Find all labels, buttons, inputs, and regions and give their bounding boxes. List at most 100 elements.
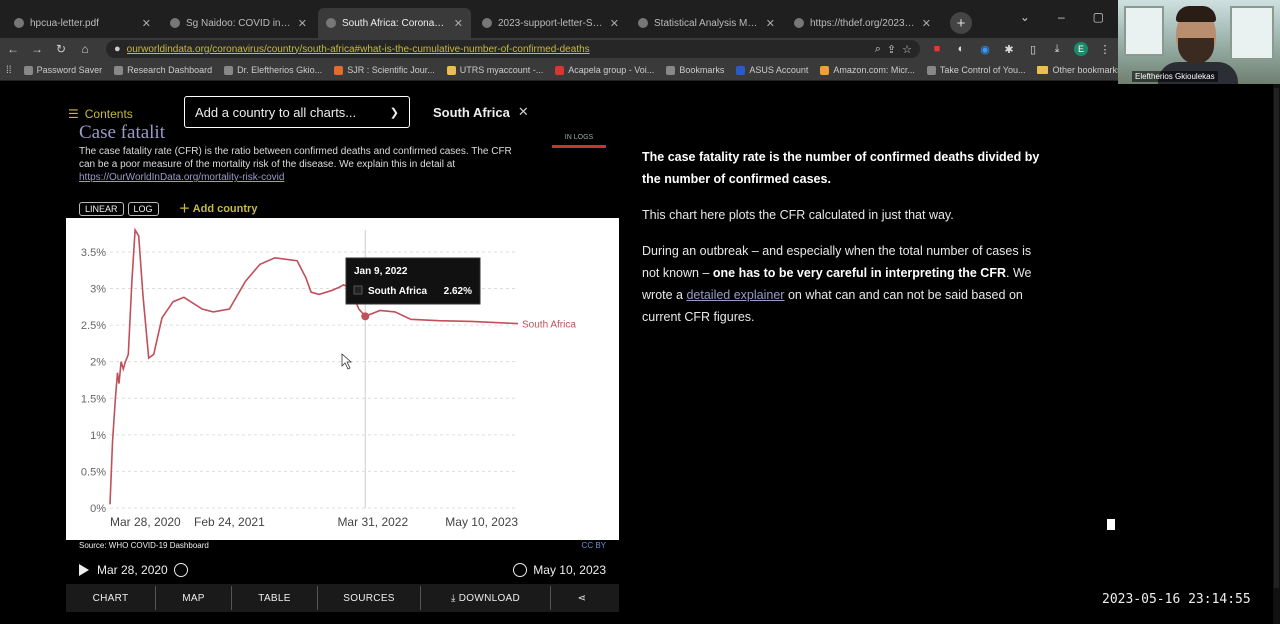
article-lead: The case fatality rate is the number of … <box>642 150 1040 186</box>
tab-download[interactable]: ⤓ DOWNLOAD <box>421 586 551 610</box>
tooltip-box <box>345 257 481 305</box>
webcam-window-right <box>1230 6 1274 60</box>
menu-icon: ☰ <box>68 107 79 121</box>
new-tab-button[interactable]: + <box>950 12 972 34</box>
browser-tab[interactable]: Statistical Analysis Methods ✕ <box>630 8 783 38</box>
close-icon[interactable]: ✕ <box>518 104 529 120</box>
logo-badge[interactable]: IN LOGS <box>552 134 606 148</box>
downloads-icon[interactable]: ⤓ <box>1050 43 1064 56</box>
bookmark-item[interactable]: Bookmarks <box>666 65 724 75</box>
owid-chart-column: ☰ Contents Add a country to all charts..… <box>66 84 626 624</box>
lock-icon: ● <box>114 43 121 55</box>
linear-scale-button[interactable]: LINEAR <box>79 202 124 216</box>
browser-tab[interactable]: Sg Naidoo: COVID injection ✕ <box>162 8 315 38</box>
browser-tab-active[interactable]: South Africa: Coronavirus Pa ✕ <box>318 8 471 38</box>
address-url[interactable]: ourworldindata.org/coronavirus/country/s… <box>127 44 869 55</box>
tab-sources[interactable]: SOURCES <box>318 586 421 610</box>
menu-icon[interactable]: ⋮ <box>1098 43 1112 56</box>
close-icon[interactable]: ✕ <box>298 17 307 30</box>
hover-point <box>361 312 370 321</box>
address-bar[interactable]: ● ourworldindata.org/coronavirus/country… <box>106 40 920 58</box>
tab-chart[interactable]: CHART <box>66 586 156 610</box>
extension-icon[interactable]: ◐ <box>954 43 968 55</box>
apps-icon[interactable]: ⁞⁞ <box>6 65 12 76</box>
window-controls: ⌄ – ▢ <box>1020 10 1104 24</box>
bookmark-item[interactable]: SJR : Scientific Jour... <box>334 65 435 75</box>
tab-map[interactable]: MAP <box>156 586 232 610</box>
contents-button[interactable]: ☰ Contents <box>68 107 133 121</box>
explainer-link[interactable]: detailed explainer <box>686 288 784 302</box>
chevron-down-icon[interactable]: ⌄ <box>1020 10 1030 24</box>
close-icon[interactable]: ✕ <box>922 17 931 30</box>
timeline-start-handle[interactable] <box>173 563 188 577</box>
share-button[interactable]: ⋖ <box>551 586 613 610</box>
reload-icon[interactable]: ↻ <box>54 42 68 56</box>
y-tick-label: 2% <box>90 357 106 369</box>
country-select[interactable]: Add a country to all charts... ❯ <box>184 96 410 128</box>
bookmark-item[interactable]: Take Control of You... <box>926 65 1025 75</box>
favicon-icon <box>638 18 648 28</box>
favicon-icon <box>482 18 492 28</box>
bookmark-icon <box>224 65 234 75</box>
x-tick-label: Mar 28, 2020 <box>110 515 181 529</box>
y-tick-label: 3% <box>90 284 106 296</box>
chart-canvas[interactable]: 0% 0.5% 1% 1.5% 2% 2.5% 3% 3.5% Mar 28, 2020 Feb … <box>66 218 619 540</box>
cfr-line-chart[interactable]: 0% 0.5% 1% 1.5% 2% 2.5% 3% 3.5% Mar 28, 2020 Feb … <box>66 218 619 540</box>
timeline-end-label: May 10, 2023 <box>533 563 606 577</box>
browser-tab[interactable]: 2023-support-letter-Shanka ✕ <box>474 8 627 38</box>
play-icon[interactable] <box>79 564 89 576</box>
star-icon[interactable]: ☆ <box>902 43 912 56</box>
bookmark-item[interactable]: Acapela group - Voi... <box>555 65 654 75</box>
forward-icon[interactable]: → <box>30 42 44 56</box>
extension-icon[interactable]: ■ <box>930 43 944 55</box>
home-icon[interactable]: ⌂ <box>78 42 92 56</box>
minimize-icon[interactable]: – <box>1058 10 1065 24</box>
bookmark-item[interactable]: UTRS myaccount -... <box>446 65 543 75</box>
tooltip-series: South Africa <box>368 286 428 297</box>
bookmark-item[interactable]: ASUS Account <box>736 65 808 75</box>
close-icon[interactable]: ✕ <box>610 17 619 30</box>
bookmarks-bar: ⁞⁞ Password Saver Research Dashboard Dr.… <box>0 60 1118 81</box>
bookmark-icon <box>446 65 456 75</box>
log-scale-button[interactable]: LOG <box>127 202 159 216</box>
bookmark-icon <box>23 65 33 75</box>
search-icon[interactable]: ⌕ <box>875 43 881 56</box>
close-icon[interactable]: ✕ <box>454 17 463 30</box>
tooltip-value: 2.62% <box>444 286 472 297</box>
tab-table[interactable]: TABLE <box>232 586 318 610</box>
bookmark-item[interactable]: Password Saver <box>23 65 102 75</box>
timeline-end-handle[interactable] <box>513 563 528 577</box>
share-icon[interactable]: ⇪ <box>887 43 896 56</box>
close-icon[interactable]: ✕ <box>142 17 151 30</box>
share-icon: ⋖ <box>577 592 587 604</box>
browser-tab[interactable]: hpcua-letter.pdf ✕ <box>6 8 159 38</box>
chart-subtitle: The case fatality rate (CFR) is the rati… <box>79 146 512 183</box>
puzzle-icon[interactable]: ✱ <box>1002 43 1016 56</box>
download-icon: ⤓ <box>450 592 459 604</box>
other-bookmarks[interactable]: Other bookmarks <box>1037 65 1118 75</box>
maximize-icon[interactable]: ▢ <box>1093 10 1104 24</box>
bookmark-icon <box>666 65 676 75</box>
tooltip-swatch <box>353 285 363 295</box>
scrollbar-thumb[interactable] <box>1274 88 1279 588</box>
bookmark-item[interactable]: Amazon.com: Micr... <box>820 65 915 75</box>
timeline: Mar 28, 2020 May 10, 2023 <box>79 560 606 580</box>
profile-avatar[interactable]: E <box>1074 42 1088 56</box>
bookmark-icon <box>926 65 936 75</box>
scale-toggle: LINEAR LOG <box>79 202 159 216</box>
sidebar-icon[interactable]: ▯ <box>1026 43 1040 56</box>
bookmark-item[interactable]: Dr. Eleftherios Gkio... <box>224 65 322 75</box>
add-country-button[interactable]: ＋ Add country <box>179 200 257 216</box>
subtitle-link[interactable]: https://OurWorldInData.org/mortality-ris… <box>79 172 284 183</box>
bookmark-item[interactable]: Research Dashboard <box>114 65 212 75</box>
source-row: Source: WHO COVID-19 Dashboard CC BY <box>79 541 606 550</box>
y-tick-label: 0% <box>90 503 106 515</box>
browser-tab[interactable]: https://thdef.org/2023-sep ✕ <box>786 8 939 38</box>
license-link[interactable]: CC BY <box>582 541 606 550</box>
close-icon[interactable]: ✕ <box>766 17 775 30</box>
bookmark-icon <box>334 65 344 75</box>
back-icon[interactable]: ← <box>6 42 20 56</box>
webcam-name: Eleftherios Gkioulekas <box>1132 71 1218 82</box>
tab-label: https://thdef.org/2023-sep <box>810 17 916 29</box>
extension-icon[interactable]: ◉ <box>978 43 992 56</box>
